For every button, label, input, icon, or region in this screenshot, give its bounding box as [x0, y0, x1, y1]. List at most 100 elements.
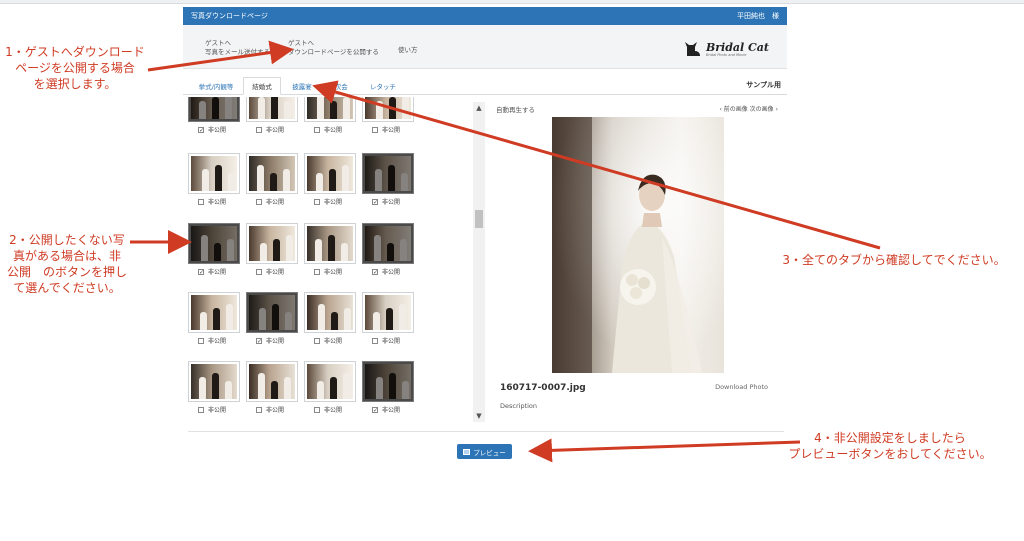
private-checkbox[interactable]: ✓ 非公開: [188, 125, 242, 134]
tab-wedding[interactable]: 結婚式: [243, 77, 281, 95]
note1-line2: ページを公開する場合: [15, 61, 135, 75]
checkbox-icon[interactable]: ✓: [372, 268, 378, 275]
checkbox-icon[interactable]: [256, 268, 262, 275]
private-checkbox[interactable]: 非公開: [362, 336, 416, 345]
send-photos-by-email-option[interactable]: ゲストへ 写真をメール送付する: [205, 39, 270, 57]
photo-thumbnail[interactable]: [188, 153, 240, 194]
photo-thumbnail[interactable]: [246, 361, 298, 402]
private-checkbox[interactable]: ✓ 非公開: [362, 197, 416, 206]
private-checkbox[interactable]: 非公開: [246, 267, 300, 276]
photo-download-app: 写真ダウンロードページ 平田純也 様 ゲストへ 写真をメール送付する ゲストへ …: [183, 7, 787, 467]
note4-line2: プレビューボタンをおしてください。: [788, 447, 992, 461]
private-checkbox-label: 非公開: [382, 338, 401, 345]
private-checkbox[interactable]: 非公開: [304, 267, 358, 276]
tab-reception[interactable]: 披露宴: [286, 77, 318, 95]
private-checkbox-label: 非公開: [324, 407, 343, 414]
checkbox-icon[interactable]: ✓: [372, 198, 378, 205]
private-checkbox[interactable]: ✓ 非公開: [362, 267, 416, 276]
checkbox-icon[interactable]: [314, 406, 320, 413]
private-checkbox[interactable]: ✓ 非公開: [362, 405, 416, 414]
private-checkbox[interactable]: ✓ 非公開: [246, 336, 300, 345]
grid-scrollbar[interactable]: ▲ ▼: [473, 102, 485, 422]
photo-thumbnail[interactable]: [362, 223, 414, 264]
checkbox-icon[interactable]: [314, 337, 320, 344]
photo-thumbnail[interactable]: [246, 97, 298, 122]
checkbox-icon[interactable]: [314, 198, 320, 205]
photo-thumbnail[interactable]: [246, 223, 298, 264]
photo-thumbnail-cell: 非公開: [362, 97, 416, 134]
private-checkbox-label: 非公開: [324, 338, 343, 345]
checkbox-icon[interactable]: [372, 126, 378, 133]
photo-thumbnail[interactable]: [362, 153, 414, 194]
preview-button[interactable]: プレビュー: [457, 444, 512, 459]
thumbnail-grid: ✓ 非公開 非公開 非公開 非公開 非公開 非公開 非公開 ✓ 非公開 ✓ 非公開 非公開 非公開 ✓ 非公開…: [188, 97, 424, 417]
checkbox-icon[interactable]: [372, 337, 378, 344]
private-checkbox[interactable]: 非公開: [362, 125, 416, 134]
photo-thumbnail[interactable]: [304, 153, 356, 194]
note2-line4: て選んでください。: [13, 281, 121, 295]
tab-ceremony-misc[interactable]: 挙式/内観等: [191, 77, 241, 95]
photo-thumbnail[interactable]: [304, 292, 356, 333]
checkbox-icon[interactable]: ✓: [256, 337, 262, 344]
annotation-step-4: 4・非公開設定をしましたら プレビューボタンをおしてください。: [770, 430, 1010, 462]
checkbox-icon[interactable]: ✓: [198, 268, 204, 275]
checkbox-icon[interactable]: [256, 126, 262, 133]
checkbox-icon[interactable]: [198, 198, 204, 205]
photo-thumbnail[interactable]: [188, 97, 240, 122]
page-title: 写真ダウンロードページ: [191, 12, 268, 20]
tab-after-party[interactable]: 二次会: [323, 77, 353, 95]
photo-thumbnail[interactable]: [304, 97, 356, 122]
note2-line1: 2・公開したくない写: [9, 233, 125, 247]
option-a-line2: 写真をメール送付する: [205, 48, 270, 56]
photo-thumbnail[interactable]: [304, 361, 356, 402]
checkbox-icon[interactable]: ✓: [372, 406, 378, 413]
howto-link[interactable]: 使い方: [398, 46, 418, 55]
photo-thumbnail[interactable]: [188, 292, 240, 333]
photo-thumbnail-cell: ✓ 非公開: [362, 361, 416, 414]
scroll-up-icon[interactable]: ▲: [473, 102, 485, 114]
photo-thumbnail[interactable]: [362, 292, 414, 333]
tab-retouch[interactable]: レタッチ: [366, 77, 400, 95]
private-checkbox[interactable]: 非公開: [246, 125, 300, 134]
private-checkbox-label: 非公開: [382, 199, 401, 206]
image-icon: [463, 448, 471, 455]
photo-thumbnail[interactable]: [188, 361, 240, 402]
private-checkbox[interactable]: 非公開: [188, 197, 242, 206]
prev-next-nav[interactable]: ‹ 前の画像 次の画像 ›: [719, 104, 778, 113]
brand-name: Bridal Cat: [705, 40, 769, 54]
description-label: Description: [500, 402, 538, 410]
scroll-down-icon[interactable]: ▼: [473, 410, 485, 422]
private-checkbox[interactable]: 非公開: [188, 336, 242, 345]
private-checkbox[interactable]: 非公開: [246, 197, 300, 206]
photo-thumbnail-cell: ✓ 非公開: [246, 292, 300, 345]
checkbox-icon[interactable]: [198, 337, 204, 344]
private-checkbox-label: 非公開: [382, 407, 401, 414]
photo-thumbnail[interactable]: [246, 292, 298, 333]
private-checkbox[interactable]: 非公開: [304, 197, 358, 206]
publish-download-page-option[interactable]: ゲストへ ダウンロードページを公開する: [288, 39, 379, 57]
private-checkbox[interactable]: 非公開: [304, 125, 358, 134]
checkbox-icon[interactable]: [314, 268, 320, 275]
scroll-thumb[interactable]: [475, 210, 483, 228]
checkbox-icon[interactable]: [198, 406, 204, 413]
photo-thumbnail[interactable]: [188, 223, 240, 264]
checkbox-icon[interactable]: [256, 406, 262, 413]
browser-top-strip: [0, 0, 1024, 4]
option-a-line1: ゲストへ: [205, 39, 231, 47]
photo-thumbnail[interactable]: [246, 153, 298, 194]
private-checkbox[interactable]: ✓ 非公開: [188, 267, 242, 276]
private-checkbox[interactable]: 非公開: [188, 405, 242, 414]
autoplay-link[interactable]: 自動再生する: [496, 104, 535, 114]
checkbox-icon[interactable]: [314, 126, 320, 133]
photo-thumbnail[interactable]: [362, 97, 414, 122]
photo-thumbnail[interactable]: [362, 361, 414, 402]
checkbox-icon[interactable]: [256, 198, 262, 205]
photo-thumbnail[interactable]: [304, 223, 356, 264]
private-checkbox[interactable]: 非公開: [304, 405, 358, 414]
checkbox-icon[interactable]: ✓: [198, 126, 204, 133]
private-checkbox[interactable]: 非公開: [304, 336, 358, 345]
private-checkbox[interactable]: 非公開: [246, 405, 300, 414]
private-checkbox-label: 非公開: [208, 199, 227, 206]
private-checkbox-label: 非公開: [208, 338, 227, 345]
download-photo-link[interactable]: Download Photo: [715, 383, 768, 391]
